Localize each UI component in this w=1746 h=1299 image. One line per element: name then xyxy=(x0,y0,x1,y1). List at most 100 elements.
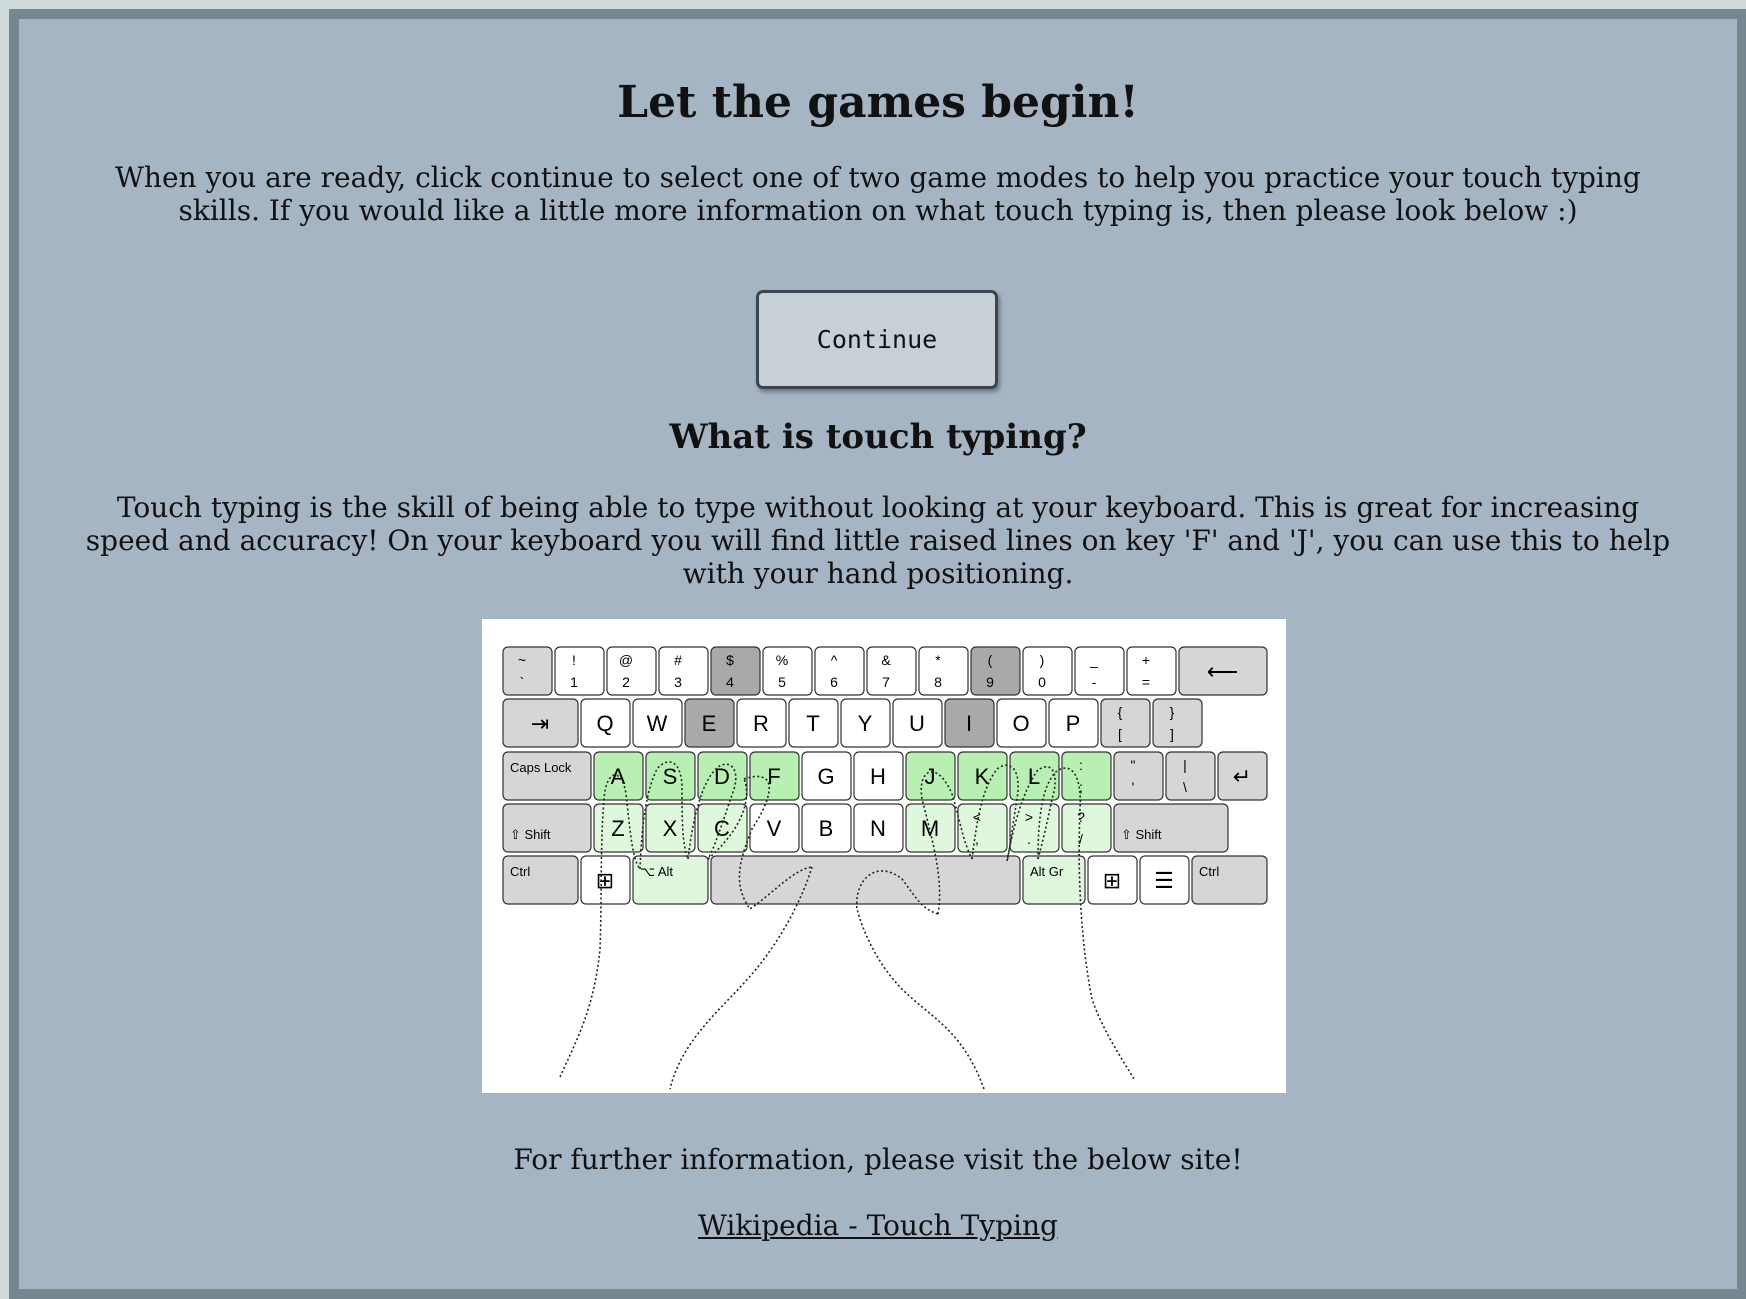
key-label: Ctrl xyxy=(1199,864,1219,879)
key-number: ` xyxy=(520,674,525,690)
key-symbol: | xyxy=(1183,757,1187,773)
key-letter: U xyxy=(909,711,925,736)
key: ⟵ xyxy=(1178,646,1268,696)
key: H xyxy=(853,751,904,801)
key-cap xyxy=(1152,698,1203,748)
key-letter: ⇥ xyxy=(531,711,549,736)
key: X xyxy=(645,803,696,853)
page-frame: Let the games begin! When you are ready,… xyxy=(9,9,1746,1299)
key: $4 xyxy=(710,646,761,696)
key-letter: P xyxy=(1066,711,1081,736)
key-number: 0 xyxy=(1038,674,1046,690)
further-info-text: For further information, please visit th… xyxy=(513,1143,1243,1176)
key: Caps Lock xyxy=(502,751,592,801)
key-letter: ⊞ xyxy=(1103,868,1121,893)
key-cap xyxy=(658,646,709,696)
key-symbol: { xyxy=(1118,704,1123,720)
key-cap xyxy=(1022,646,1073,696)
key-number: 9 xyxy=(986,674,994,690)
key: |\ xyxy=(1165,751,1216,801)
key-cap xyxy=(554,646,605,696)
key: ☰ xyxy=(1139,855,1190,905)
key-letter: ↵ xyxy=(1233,764,1251,789)
key-cap xyxy=(970,646,1021,696)
key-letter: ⟵ xyxy=(1207,659,1239,684)
key-letter: O xyxy=(1012,711,1029,736)
key-symbol: $ xyxy=(726,652,734,668)
key-number: 4 xyxy=(726,674,734,690)
key-cap xyxy=(710,855,1021,905)
key: %5 xyxy=(762,646,813,696)
key: F xyxy=(749,751,800,801)
key-cap xyxy=(710,646,761,696)
key: += xyxy=(1126,646,1177,696)
key: B xyxy=(801,803,852,853)
key: N xyxy=(853,803,904,853)
key-number: 2 xyxy=(622,674,630,690)
key-number: . xyxy=(1027,831,1031,847)
key-number: ] xyxy=(1170,726,1174,742)
key-symbol: ) xyxy=(1040,652,1045,668)
key-letter: Y xyxy=(858,711,873,736)
key-letter: H xyxy=(870,764,886,789)
key: ⇧ Shift xyxy=(502,803,592,853)
key: :; xyxy=(1061,751,1112,801)
key: S xyxy=(645,751,696,801)
key-letter: N xyxy=(870,816,886,841)
key-symbol: > xyxy=(1025,809,1033,825)
page-title: Let the games begin! xyxy=(617,77,1139,128)
key-symbol: % xyxy=(776,652,788,668)
key: @2 xyxy=(606,646,657,696)
key: *8 xyxy=(918,646,969,696)
key-number: ' xyxy=(1132,779,1135,795)
key-letter: Q xyxy=(596,711,613,736)
key-number: 6 xyxy=(830,674,838,690)
key-number: = xyxy=(1142,674,1150,690)
key-letter: W xyxy=(647,711,668,736)
key-label: Alt Gr xyxy=(1030,864,1064,879)
key: !1 xyxy=(554,646,605,696)
key-letter: S xyxy=(663,764,678,789)
key-label: Ctrl xyxy=(510,864,530,879)
key-letter: G xyxy=(817,764,834,789)
key-letter: I xyxy=(966,711,972,736)
key xyxy=(710,855,1021,905)
key-cap xyxy=(1126,646,1177,696)
key: ⊞ xyxy=(1087,855,1138,905)
key-symbol: ~ xyxy=(518,652,526,668)
key-number: - xyxy=(1092,674,1097,690)
wikipedia-link[interactable]: Wikipedia - Touch Typing xyxy=(698,1209,1058,1242)
key: }] xyxy=(1152,698,1203,748)
key-cap xyxy=(1009,803,1060,853)
key: K xyxy=(957,751,1008,801)
key: {[ xyxy=(1100,698,1151,748)
key-symbol: : xyxy=(1079,757,1083,773)
key-label: Caps Lock xyxy=(510,760,572,775)
key: )0 xyxy=(1022,646,1073,696)
key: ~` xyxy=(502,646,553,696)
key: &7 xyxy=(866,646,917,696)
key-symbol: + xyxy=(1142,652,1150,668)
key-symbol: & xyxy=(881,652,891,668)
key-cap xyxy=(1113,751,1164,801)
key: Ctrl xyxy=(502,855,579,905)
description-text: Touch typing is the skill of being able … xyxy=(85,491,1671,590)
key-letter: K xyxy=(975,764,990,789)
key-letter: L xyxy=(1028,764,1040,789)
key-cap xyxy=(502,646,553,696)
key: O xyxy=(996,698,1047,748)
key: Alt Gr xyxy=(1022,855,1086,905)
key-symbol: ! xyxy=(572,652,576,668)
key-letter: X xyxy=(663,816,678,841)
key: W xyxy=(632,698,683,748)
key-number: \ xyxy=(1183,779,1187,795)
continue-button[interactable]: Continue xyxy=(756,290,998,389)
key: ↵ xyxy=(1217,751,1268,801)
key-symbol: } xyxy=(1170,704,1175,720)
key-label: ⌥ Alt xyxy=(640,864,673,879)
key: D xyxy=(697,751,748,801)
key: G xyxy=(801,751,852,801)
key: (9 xyxy=(970,646,1021,696)
key-cap xyxy=(1061,803,1112,853)
key-number: 7 xyxy=(882,674,890,690)
